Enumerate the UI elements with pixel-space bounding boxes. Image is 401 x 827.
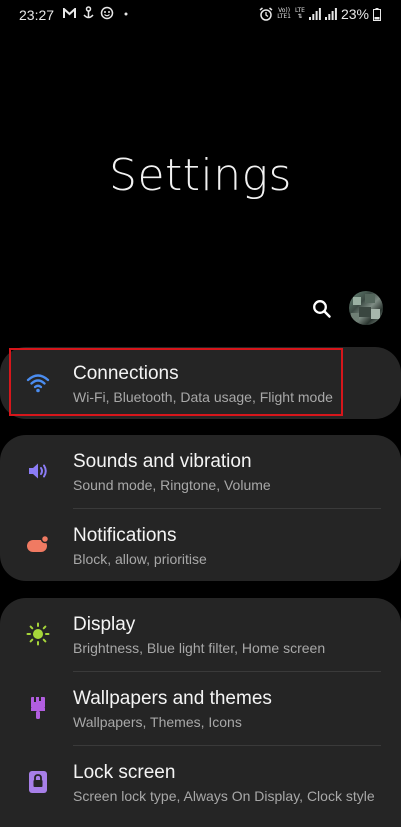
settings-item-display[interactable]: Display Brightness, Blue light filter, H… [0,598,401,670]
volte-icon: Vo)) LTE1 [277,8,291,20]
sun-icon [26,622,50,646]
status-left-icons [62,6,133,20]
settings-item-subtitle: Wallpapers, Themes, Icons [73,714,242,730]
settings-item-notifications[interactable]: Notifications Block, allow, prioritise [0,509,401,581]
lte-icon: LTE ⇅ [295,8,305,20]
settings-item-subtitle: Block, allow, prioritise [73,551,207,567]
search-button[interactable] [309,296,335,322]
settings-card-display: Display Brightness, Blue light filter, H… [0,598,401,827]
status-bar: 23:27 Vo)) LTE1 LTE ⇅ 23% [0,0,401,30]
brush-icon [26,696,50,720]
search-icon [313,300,331,318]
speaker-icon [26,459,50,483]
signal-icon [308,8,321,20]
notification-icon [26,533,50,557]
anchor-notification-icon [81,6,95,20]
settings-item-sounds[interactable]: Sounds and vibration Sound mode, Rington… [0,435,401,507]
smiley-notification-icon [100,6,114,20]
battery-percent: 23% [340,6,369,22]
settings-item-subtitle: Sound mode, Ringtone, Volume [73,477,271,493]
settings-item-subtitle: Brightness, Blue light filter, Home scre… [73,640,326,656]
signal-icon-2 [324,8,337,20]
volte-bottom-label: LTE1 [277,13,291,20]
settings-item-lock-screen[interactable]: Lock screen Screen lock type, Always On … [0,746,401,818]
avatar[interactable] [349,291,383,325]
lte-arrows: ⇅ [297,13,303,20]
settings-item-wallpapers[interactable]: Wallpapers and themes Wallpapers, Themes… [0,672,401,744]
settings-card-sounds-notifications: Sounds and vibration Sound mode, Rington… [0,435,401,581]
settings-item-title: Notifications [73,525,177,546]
settings-item-title: Lock screen [73,762,176,783]
highlight-box [9,348,343,416]
status-right: Vo)) LTE1 LTE ⇅ 23% [259,6,381,22]
settings-item-subtitle: Screen lock type, Always On Display, Clo… [73,788,375,804]
dot-icon [119,6,133,20]
battery-icon [373,7,381,21]
settings-item-title: Sounds and vibration [73,451,252,472]
lock-icon [26,770,50,794]
alarm-icon [259,7,273,21]
settings-item-title: Wallpapers and themes [73,688,272,709]
page-title: Settings [109,150,292,201]
gmail-icon [62,6,76,20]
status-time: 23:27 [19,7,55,23]
settings-item-title: Display [73,614,136,635]
